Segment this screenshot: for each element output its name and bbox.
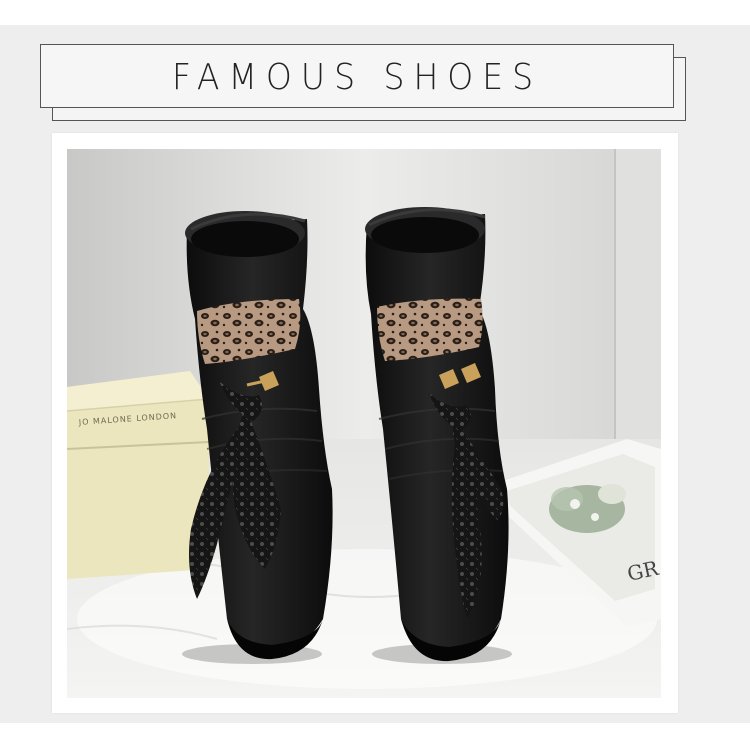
title-frame: FAMOUS SHOES <box>40 44 674 108</box>
gift-box: JO MALONE LONDON <box>67 371 210 579</box>
product-photo: JO MALONE LONDON GR <box>67 149 661 698</box>
page-title: FAMOUS SHOES <box>171 54 543 98</box>
